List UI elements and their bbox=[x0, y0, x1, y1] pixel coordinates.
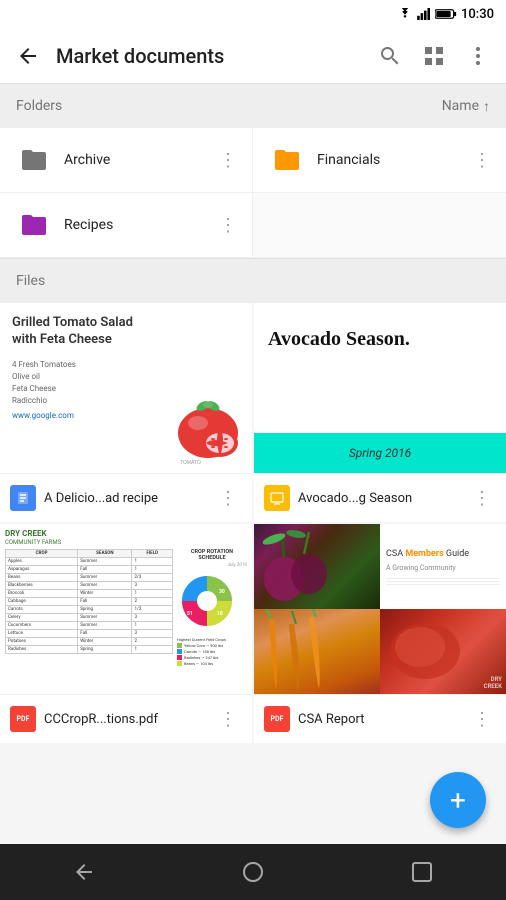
avocado-title: Avocado Season. bbox=[268, 327, 410, 351]
status-time: 10:30 bbox=[461, 7, 494, 22]
csa-text-cell: CSA Members Guide A Growing Community bbox=[380, 524, 506, 609]
folder-more-financials[interactable]: ⋮ bbox=[466, 144, 498, 176]
add-document-fab[interactable]: + bbox=[430, 772, 486, 828]
folder-more-archive[interactable]: ⋮ bbox=[212, 144, 244, 176]
signal-icon bbox=[417, 8, 431, 20]
pie-legend: Highest Current Field Crops Yellow Corn … bbox=[177, 637, 247, 666]
folder-more-recipes[interactable]: ⋮ bbox=[212, 209, 244, 241]
folder-svg-recipes bbox=[20, 213, 48, 237]
status-icons: 10:30 bbox=[397, 7, 494, 22]
csa-photo-topleft bbox=[254, 524, 380, 609]
file-name-avocado: Avocado...g Season bbox=[298, 491, 466, 506]
file-more-avocado[interactable]: ⋮ bbox=[466, 482, 498, 514]
csa-members-label: CSA Members Guide bbox=[386, 548, 500, 561]
grid-view-button[interactable] bbox=[414, 36, 454, 76]
slides-icon-avocado bbox=[264, 485, 290, 511]
csa-photo-bottomleft bbox=[254, 609, 380, 694]
folder-svg-archive bbox=[20, 148, 48, 172]
file-card-csa[interactable]: CSA Members Guide A Growing Community bbox=[254, 524, 506, 743]
battery-icon bbox=[435, 8, 457, 20]
folder-icon-archive bbox=[16, 142, 52, 178]
grid-icon bbox=[422, 44, 446, 68]
app-bar: Market documents bbox=[0, 28, 506, 84]
sort-arrow-icon: ↑ bbox=[483, 98, 490, 115]
rotation-date: July 2016 bbox=[177, 563, 247, 568]
folder-recipes[interactable]: Recipes ⋮ bbox=[0, 193, 253, 258]
folder-name-financials: Financials bbox=[317, 152, 466, 168]
file-preview-tomato: Grilled Tomato Saladwith Feta Cheese 4 F… bbox=[0, 303, 252, 473]
file-name-crop: CCCropR...tions.pdf bbox=[44, 712, 212, 727]
file-card-crop[interactable]: DRY CREEK COMMUNITY FARMS CROP SEASON FI… bbox=[0, 524, 252, 743]
csa-photo-bottomright: DRYCREEK bbox=[380, 609, 506, 694]
crop-table: CROP SEASON FIELD ApplesSummer1 Asparagu… bbox=[5, 549, 173, 654]
file-preview-csa: CSA Members Guide A Growing Community bbox=[254, 524, 506, 694]
tomato-title: Grilled Tomato Saladwith Feta Cheese bbox=[12, 315, 240, 349]
file-preview-crop: DRY CREEK COMMUNITY FARMS CROP SEASON FI… bbox=[0, 524, 252, 694]
folder-svg-financials bbox=[273, 148, 301, 172]
crop-subtitle: COMMUNITY FARMS bbox=[5, 539, 247, 546]
wifi-icon bbox=[397, 8, 413, 20]
svg-text:51: 51 bbox=[187, 611, 193, 617]
file-footer-tomato: A Delicio...ad recipe ⋮ bbox=[0, 473, 252, 522]
csa-growing-label: A Growing Community bbox=[386, 564, 500, 572]
nav-recents-button[interactable] bbox=[392, 844, 452, 900]
file-footer-crop: PDF CCCropR...tions.pdf ⋮ bbox=[0, 694, 252, 743]
folder-icon-recipes bbox=[16, 207, 52, 243]
avocado-band-text: Spring 2016 bbox=[349, 446, 411, 460]
pdf-icon-csa: PDF bbox=[264, 706, 290, 732]
svg-text:TOMATO: TOMATO bbox=[180, 460, 201, 465]
file-footer-csa: PDF CSA Report ⋮ bbox=[254, 694, 506, 743]
nav-recents-icon bbox=[410, 860, 434, 884]
svg-text:18: 18 bbox=[217, 611, 223, 617]
folder-name-archive: Archive bbox=[64, 152, 212, 168]
file-card-tomato[interactable]: Grilled Tomato Saladwith Feta Cheese 4 F… bbox=[0, 303, 252, 522]
file-footer-avocado: Avocado...g Season ⋮ bbox=[254, 473, 506, 522]
file-name-tomato: A Delicio...ad recipe bbox=[44, 491, 212, 506]
more-options-button[interactable] bbox=[458, 36, 498, 76]
back-button[interactable] bbox=[8, 36, 48, 76]
bottom-nav bbox=[0, 844, 506, 900]
files-section-header: Files bbox=[0, 259, 506, 303]
folder-archive[interactable]: Archive ⋮ bbox=[0, 128, 253, 193]
file-name-csa: CSA Report bbox=[298, 712, 466, 727]
nav-home-button[interactable] bbox=[223, 844, 283, 900]
docs-icon-tomato bbox=[10, 485, 36, 511]
folder-icon-financials bbox=[269, 142, 305, 178]
files-label: Files bbox=[16, 273, 45, 289]
folders-grid: Archive ⋮ Financials ⋮ Recipes ⋮ bbox=[0, 128, 506, 259]
file-preview-avocado: Avocado Season. Spring 2016 bbox=[254, 303, 506, 473]
file-card-avocado[interactable]: Avocado Season. Spring 2016 Avocado...g … bbox=[254, 303, 506, 522]
folder-name-recipes: Recipes bbox=[64, 217, 212, 233]
nav-back-button[interactable] bbox=[54, 844, 114, 900]
search-icon bbox=[378, 44, 402, 68]
tomato-illustration: TOMATO bbox=[168, 385, 248, 465]
pdf-icon-crop: PDF bbox=[10, 706, 36, 732]
file-more-csa[interactable]: ⋮ bbox=[466, 703, 498, 735]
files-grid: Grilled Tomato Saladwith Feta Cheese 4 F… bbox=[0, 303, 506, 743]
app-bar-actions bbox=[370, 36, 498, 76]
folder-financials[interactable]: Financials ⋮ bbox=[253, 128, 506, 193]
more-vert-icon bbox=[466, 44, 490, 68]
svg-text:30: 30 bbox=[219, 589, 225, 595]
folders-label: Folders bbox=[16, 98, 62, 114]
folders-section-header: Folders Name ↑ bbox=[0, 84, 506, 128]
file-more-crop[interactable]: ⋮ bbox=[212, 703, 244, 735]
nav-home-icon bbox=[241, 860, 265, 884]
fab-icon: + bbox=[450, 784, 466, 817]
file-more-tomato[interactable]: ⋮ bbox=[212, 482, 244, 514]
nav-back-icon bbox=[72, 860, 96, 884]
rotation-schedule-title: CROP ROTATION SCHEDULE bbox=[177, 549, 247, 561]
sort-name-label: Name bbox=[442, 98, 479, 114]
pie-chart: 30 18 51 bbox=[177, 571, 237, 631]
search-button[interactable] bbox=[370, 36, 410, 76]
folder-empty bbox=[253, 193, 506, 258]
sort-control[interactable]: Name ↑ bbox=[442, 98, 490, 115]
crop-company: DRY CREEK bbox=[5, 529, 247, 538]
csa-watermark: DRYCREEK bbox=[484, 676, 502, 690]
back-arrow-icon bbox=[16, 44, 40, 68]
status-bar: 10:30 bbox=[0, 0, 506, 28]
page-title: Market documents bbox=[56, 44, 370, 68]
